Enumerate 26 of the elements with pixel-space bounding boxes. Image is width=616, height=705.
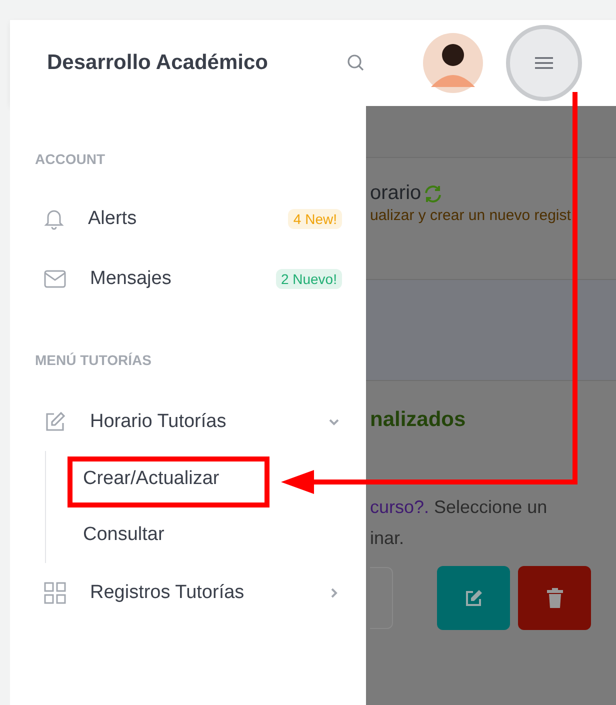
delete-button[interactable] <box>518 566 591 630</box>
edit-button[interactable] <box>437 566 510 630</box>
section-heading: ACCOUNT <box>35 150 106 169</box>
submenu-item[interactable]: Consultar <box>46 507 342 563</box>
menu-item[interactable]: Mensajes <box>66 268 276 290</box>
menu-item[interactable]: Horario Tutorías <box>66 411 328 433</box>
count-badge: 4 New! <box>288 209 342 229</box>
search-icon[interactable] <box>346 53 366 73</box>
instruction-text: curso?. Seleccione un inar. <box>370 496 548 550</box>
avatar-silhouette[interactable] <box>422 33 483 93</box>
page-subtitle: ualizar y crear un nuevo regist <box>370 207 572 224</box>
envelope-icon <box>44 270 66 288</box>
edit-icon <box>44 411 66 433</box>
card-title: nalizados <box>370 408 467 432</box>
submenu-item[interactable]: Crear/Actualizar <box>46 451 342 507</box>
edit-icon <box>464 589 482 607</box>
page-title: orario <box>370 182 422 205</box>
bell-icon <box>44 208 64 230</box>
app-title: Desarrollo Académico <box>47 51 268 75</box>
menu-item[interactable]: Alerts <box>64 208 288 230</box>
section-heading: MENÚ TUTORÍAS <box>35 351 152 370</box>
count-badge: 2 Nuevo! <box>276 269 342 289</box>
menu-item[interactable]: Registros Tutorías <box>66 582 328 604</box>
trash-icon <box>546 588 562 608</box>
menu-icon <box>534 57 553 69</box>
grid-icon <box>44 582 66 604</box>
